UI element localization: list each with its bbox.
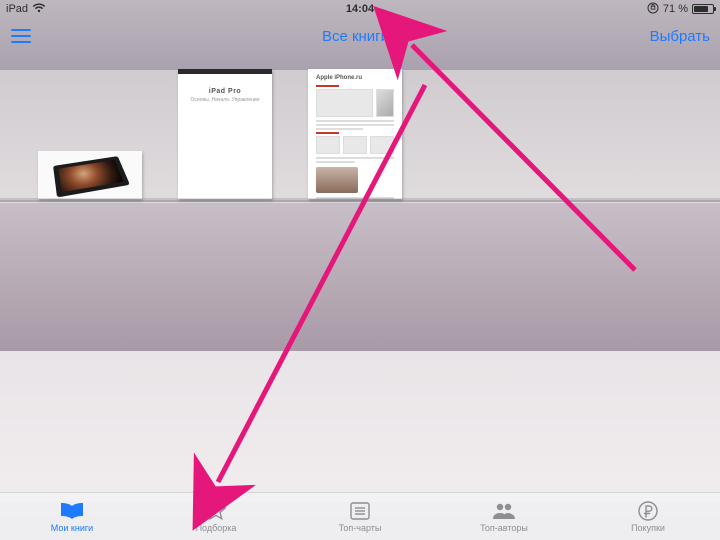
book-cover-art	[53, 156, 130, 197]
tab-featured[interactable]: Подборка	[171, 500, 261, 533]
book-title: Apple iPhone.ru	[316, 75, 394, 81]
book-item[interactable]	[38, 151, 142, 199]
device-label: iPad	[6, 3, 28, 15]
battery-icon	[692, 4, 714, 14]
ruble-circle-icon	[637, 500, 659, 522]
chevron-down-icon: ▾	[393, 33, 398, 44]
book-open-icon	[59, 500, 85, 522]
list-view-button[interactable]	[10, 28, 32, 44]
book-subtitle: Основы. Начало. Управление	[186, 97, 264, 103]
tab-label: Топ-авторы	[480, 523, 528, 533]
tab-label: Мои книги	[51, 523, 93, 533]
people-icon	[491, 500, 517, 522]
bookshelf: iPad Pro Основы. Начало. Управление Appl…	[0, 54, 720, 202]
select-button[interactable]: Выбрать	[650, 28, 710, 45]
tab-bar: Мои книги Подборка Топ-чарты Топ-авторы …	[0, 492, 720, 540]
collection-dropdown[interactable]: Все книги ▾	[322, 28, 398, 45]
book-item[interactable]: Apple iPhone.ru	[308, 69, 402, 199]
book-item[interactable]: iPad Pro Основы. Начало. Управление	[178, 69, 272, 199]
collection-title: Все книги	[322, 28, 389, 45]
status-bar: iPad 14:04 71 %	[0, 0, 720, 18]
battery-percent: 71 %	[663, 3, 688, 15]
tab-topcharts[interactable]: Топ-чарты	[315, 500, 405, 533]
tab-mybooks[interactable]: Мои книги	[27, 500, 117, 533]
tab-label: Покупки	[631, 523, 665, 533]
tab-label: Подборка	[196, 523, 237, 533]
nav-bar: Все книги ▾ Выбрать	[0, 18, 720, 54]
star-icon	[205, 500, 227, 522]
orientation-lock-icon	[647, 2, 659, 17]
tab-topauthors[interactable]: Топ-авторы	[459, 500, 549, 533]
tab-purchased[interactable]: Покупки	[603, 500, 693, 533]
tab-label: Топ-чарты	[339, 523, 382, 533]
book-cover-art	[178, 69, 272, 74]
book-title: iPad Pro	[186, 88, 264, 95]
status-time: 14:04	[346, 3, 374, 15]
wifi-icon	[32, 3, 46, 16]
shelf-ledge	[0, 198, 720, 202]
list-numbered-icon	[349, 500, 371, 522]
